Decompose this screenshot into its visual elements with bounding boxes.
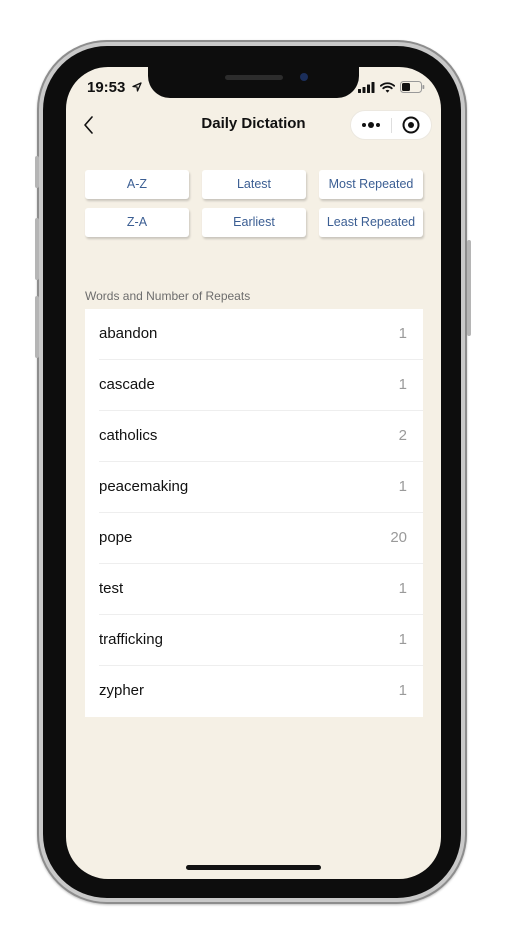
word-list: abandon 1 cascade 1 catholics 2 peacemaking… xyxy=(85,309,423,717)
repeat-count: 1 xyxy=(398,682,407,699)
wifi-icon xyxy=(380,81,395,93)
sort-z-a-button[interactable]: Z-A xyxy=(85,208,189,237)
volume-down-button xyxy=(35,296,39,358)
status-indicators xyxy=(358,81,425,93)
repeat-count: 1 xyxy=(398,478,407,495)
notch xyxy=(148,67,359,98)
word-text: trafficking xyxy=(99,631,163,648)
front-camera xyxy=(300,73,308,81)
repeat-count: 1 xyxy=(398,631,407,648)
word-text: cascade xyxy=(99,376,155,393)
list-item[interactable]: pope 20 xyxy=(85,513,423,564)
mute-switch xyxy=(35,156,39,188)
list-item[interactable]: trafficking 1 xyxy=(85,615,423,666)
mini-program-capsule xyxy=(350,110,432,140)
list-item[interactable]: cascade 1 xyxy=(85,360,423,411)
sort-most-repeated-button[interactable]: Most Repeated xyxy=(319,170,423,199)
signal-icon xyxy=(358,81,375,93)
repeat-count: 1 xyxy=(398,325,407,342)
list-item[interactable]: test 1 xyxy=(85,564,423,615)
word-text: peacemaking xyxy=(99,478,189,495)
word-text: zypher xyxy=(99,682,145,699)
speaker-grille xyxy=(225,75,283,80)
location-arrow-icon xyxy=(131,82,142,92)
list-item[interactable]: peacemaking 1 xyxy=(85,462,423,513)
word-text: abandon xyxy=(99,325,158,342)
power-button xyxy=(467,240,471,336)
word-text: test xyxy=(99,580,124,597)
sort-latest-button[interactable]: Latest xyxy=(202,170,306,199)
repeat-count: 1 xyxy=(398,376,407,393)
list-item[interactable]: zypher 1 xyxy=(85,666,423,717)
list-item[interactable]: abandon 1 xyxy=(85,309,423,360)
nav-bar: Daily Dictation xyxy=(66,107,441,143)
more-dots-icon[interactable] xyxy=(351,111,391,139)
home-indicator[interactable] xyxy=(186,865,321,870)
section-label: Words and Number of Repeats xyxy=(85,289,251,303)
list-item[interactable]: catholics 2 xyxy=(85,411,423,462)
status-time: 19:53 xyxy=(87,79,142,96)
repeat-count: 20 xyxy=(390,529,407,546)
target-icon[interactable] xyxy=(391,111,431,139)
sort-earliest-button[interactable]: Earliest xyxy=(202,208,306,237)
word-text: catholics xyxy=(99,427,158,444)
sort-least-repeated-button[interactable]: Least Repeated xyxy=(319,208,423,237)
word-text: pope xyxy=(99,529,133,546)
phone-screen: 19:53 Daily Dictation A-Z Latest Most Re… xyxy=(66,67,441,879)
repeat-count: 1 xyxy=(398,580,407,597)
status-time-text: 19:53 xyxy=(87,79,126,96)
sort-a-z-button[interactable]: A-Z xyxy=(85,170,189,199)
volume-up-button xyxy=(35,218,39,280)
battery-icon xyxy=(400,81,425,93)
repeat-count: 2 xyxy=(398,427,407,444)
